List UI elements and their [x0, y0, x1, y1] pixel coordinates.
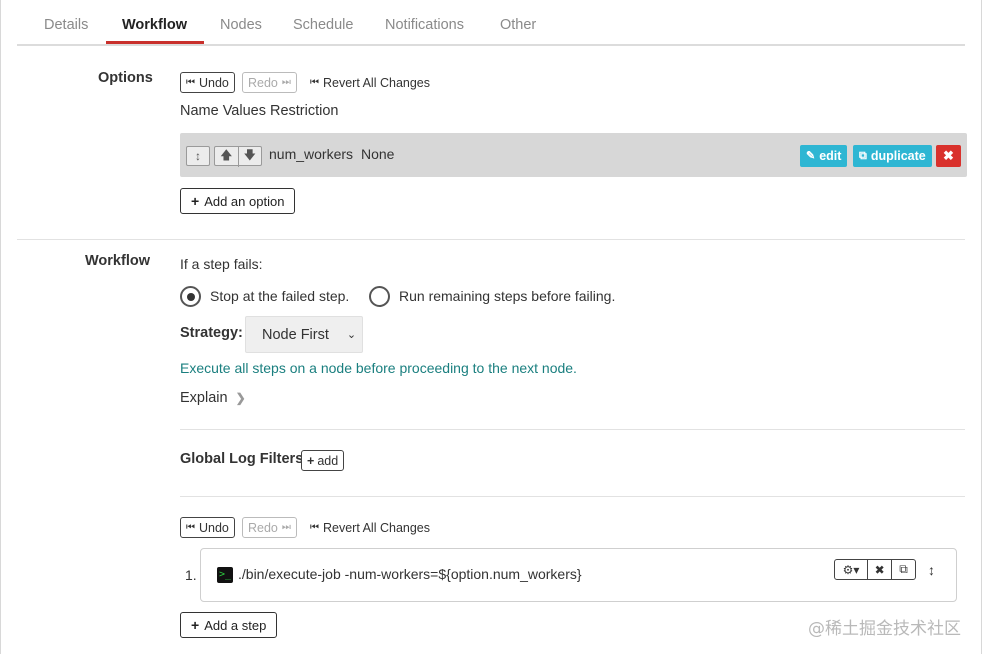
step-actions: ⚙▾ ✖ ⧉	[834, 559, 916, 580]
tab-notifications[interactable]: Notifications	[385, 17, 464, 33]
option-row[interactable]: ↕ 🡅 🡇 num_workers None ✎ edit ⧉ duplicate …	[180, 133, 967, 177]
strategy-value: Node First	[262, 326, 329, 343]
workflow-undo-button[interactable]: ⏮ Undo	[180, 517, 235, 538]
option-values: None	[361, 146, 395, 162]
radio-run-remaining[interactable]	[369, 286, 390, 307]
fast-backward-icon: ⏮	[310, 77, 319, 88]
plus-icon: +	[191, 617, 200, 633]
terminal-icon: >_	[217, 567, 233, 583]
radio-run-label: Run remaining steps before failing.	[399, 288, 616, 304]
tab-schedule[interactable]: Schedule	[293, 17, 353, 33]
delete-step-icon[interactable]: ✖	[868, 560, 893, 579]
add-option-button[interactable]: + Add an option	[180, 188, 296, 214]
revert-label: Revert All Changes	[323, 521, 431, 535]
add-option-label: Add an option	[204, 193, 285, 209]
tab-details[interactable]: Details	[44, 17, 88, 33]
strategy-select[interactable]: Node First ⌄	[245, 316, 363, 353]
add-step-label: Add a step	[204, 617, 267, 633]
copy-icon: ⧉	[859, 149, 867, 162]
explain-toggle[interactable]: Explain ❯	[180, 390, 246, 406]
radio-stop-failed-step[interactable]	[180, 286, 201, 307]
edit-option-button[interactable]: ✎ edit	[800, 145, 848, 167]
chevron-down-icon: ⌄	[346, 329, 357, 341]
gear-dropdown-icon[interactable]: ⚙▾	[835, 560, 869, 579]
option-name: num_workers	[269, 146, 354, 162]
explain-label: Explain	[180, 390, 228, 406]
duplicate-label: duplicate	[870, 149, 926, 163]
step-back-icon: ⏮	[186, 76, 195, 88]
strategy-description: Execute all steps on a node before proce…	[180, 360, 577, 376]
arrow-down-icon[interactable]: 🡇	[239, 146, 262, 167]
drag-handle-icon[interactable]: ↕	[186, 146, 210, 166]
options-table-header: Name Values Restriction	[180, 103, 339, 119]
copy-step-icon[interactable]: ⧉	[892, 560, 915, 579]
options-section-label: Options	[98, 70, 153, 86]
options-revert-all-button[interactable]: ⏮ Revert All Changes	[310, 76, 430, 90]
strategy-label: Strategy:	[180, 325, 243, 341]
undo-label: Undo	[199, 520, 229, 535]
workflow-divider	[180, 429, 965, 430]
plus-icon: +	[191, 193, 200, 209]
options-redo-button[interactable]: Redo ⏭	[242, 72, 297, 93]
add-step-button[interactable]: + Add a step	[180, 612, 278, 638]
step-command: ./bin/execute-job -num-workers=${option.…	[238, 566, 582, 582]
tab-workflow[interactable]: Workflow	[122, 17, 187, 33]
workflow-redo-button[interactable]: Redo ⏭	[242, 517, 297, 538]
chevron-right-icon: ❯	[235, 391, 246, 405]
close-icon: ✖	[943, 148, 954, 163]
duplicate-option-button[interactable]: ⧉ duplicate	[853, 145, 932, 167]
add-filter-label: add	[317, 453, 339, 468]
options-undo-button[interactable]: ⏮ Undo	[180, 72, 235, 93]
active-tab-indicator	[106, 41, 204, 44]
edit-icon: ✎	[806, 149, 816, 162]
workflow-section-label: Workflow	[85, 253, 150, 269]
delete-option-button[interactable]: ✖	[936, 145, 961, 167]
step-forward-icon: ⏭	[281, 76, 291, 88]
log-filters-divider	[180, 496, 965, 497]
section-divider	[17, 239, 965, 240]
watermark: @稀土掘金技术社区	[808, 619, 961, 639]
global-log-filters-label: Global Log Filters	[180, 451, 304, 467]
tab-other[interactable]: Other	[500, 17, 536, 33]
edit-label: edit	[819, 149, 842, 163]
radio-stop-label: Stop at the failed step.	[210, 288, 350, 304]
drag-handle-icon[interactable]: ↕	[928, 562, 935, 578]
redo-label: Redo	[248, 75, 278, 90]
add-log-filter-button[interactable]: + add	[301, 450, 345, 471]
step-forward-icon: ⏭	[281, 521, 291, 533]
if-step-fails-label: If a step fails:	[180, 256, 263, 272]
workflow-revert-all-button[interactable]: ⏮ Revert All Changes	[310, 521, 430, 535]
step-back-icon: ⏮	[186, 521, 195, 533]
move-buttons: 🡅 🡇	[214, 145, 262, 167]
tab-bar: Details Workflow Nodes Schedule Notifica…	[17, 0, 965, 46]
fast-backward-icon: ⏮	[310, 522, 319, 533]
step-number: 1.	[185, 567, 197, 583]
arrow-up-icon[interactable]: 🡅	[215, 145, 239, 167]
tab-nodes[interactable]: Nodes	[220, 17, 262, 33]
workflow-step-item[interactable]: >_ ./bin/execute-job -num-workers=${opti…	[200, 548, 957, 602]
revert-label: Revert All Changes	[323, 76, 431, 90]
redo-label: Redo	[248, 520, 278, 535]
plus-icon: +	[307, 453, 315, 468]
undo-label: Undo	[199, 75, 229, 90]
